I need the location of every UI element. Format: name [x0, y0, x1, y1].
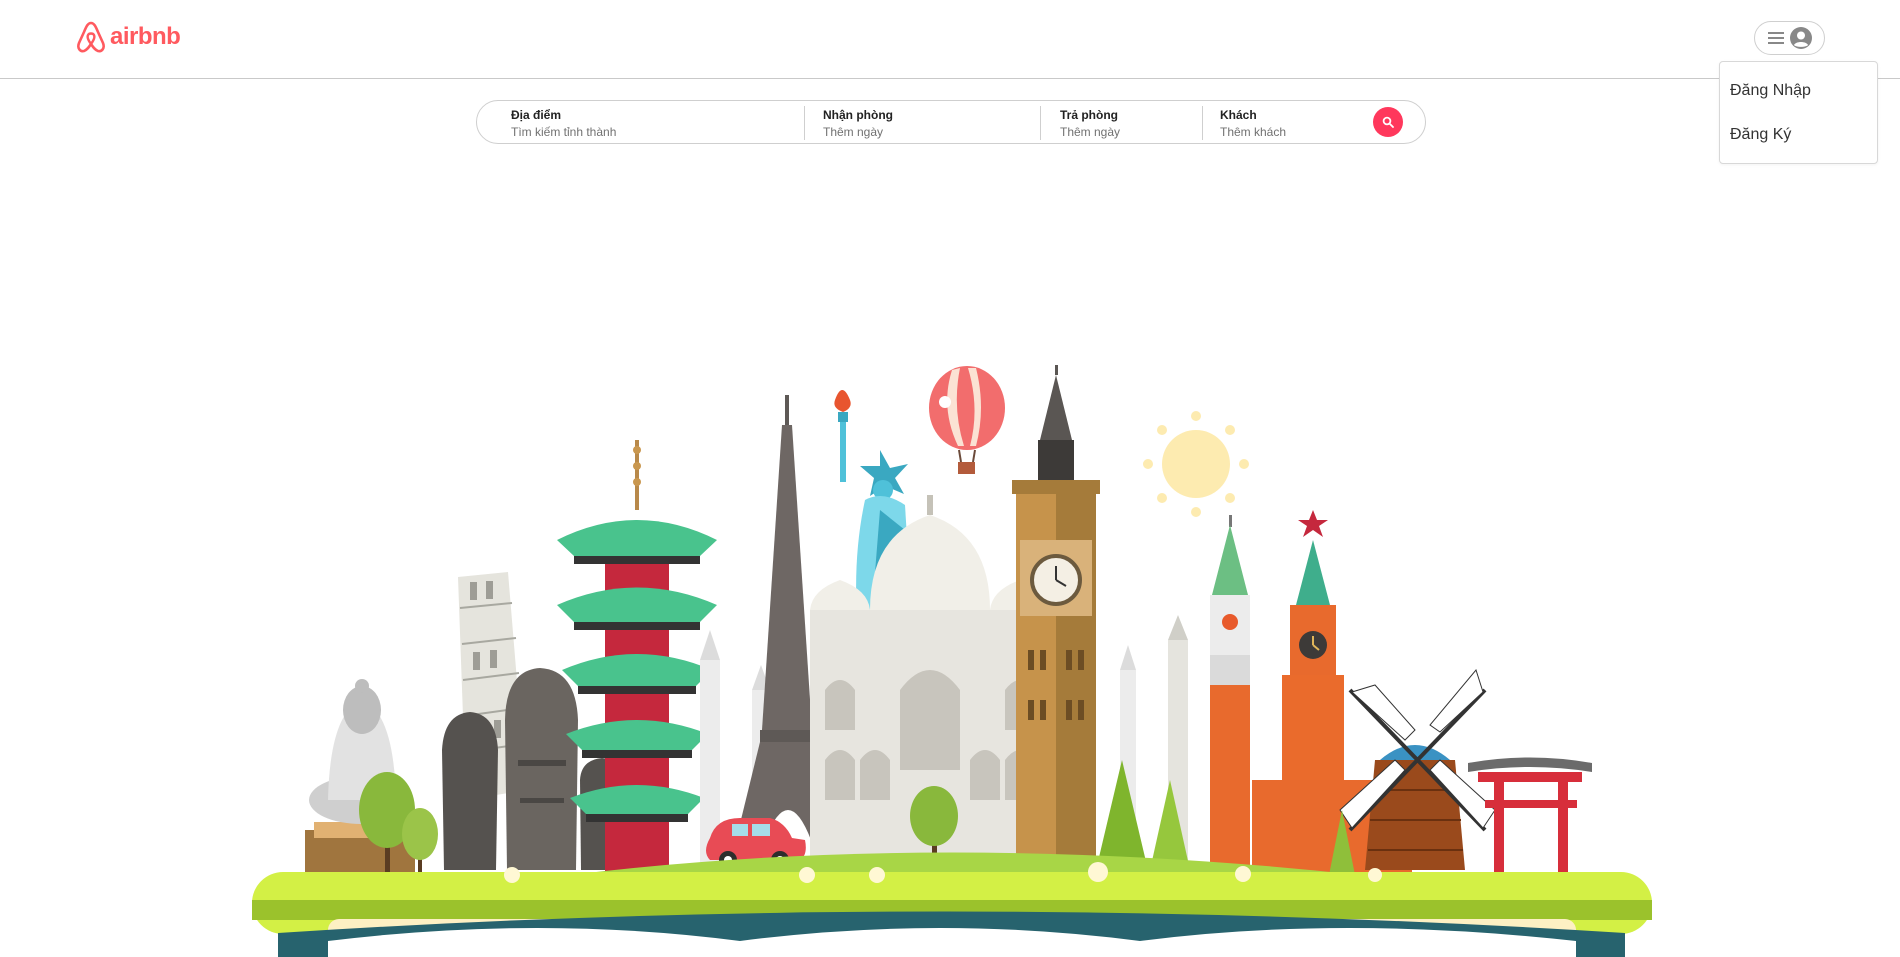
search-divider [1202, 106, 1203, 140]
airbnb-logo-icon [77, 21, 105, 53]
check-out-label: Trả phòng [1060, 108, 1118, 122]
guests-field[interactable]: Khách Thêm khách [1220, 108, 1360, 139]
guests-placeholder: Thêm khách [1220, 125, 1287, 139]
airbnb-logo[interactable]: airbnb [76, 20, 181, 54]
check-in-label: Nhận phòng [823, 108, 893, 122]
guests-label: Khách [1220, 108, 1257, 122]
search-divider [804, 106, 805, 140]
sun-icon [1143, 411, 1249, 517]
user-dropdown-menu: Đăng Nhập Đăng Ký [1719, 61, 1878, 164]
search-icon [1382, 116, 1394, 128]
search-divider [1040, 106, 1041, 140]
big-ben-clock-tower [1012, 365, 1100, 874]
signup-menu-item[interactable]: Đăng Ký [1730, 126, 1791, 144]
search-button[interactable] [1373, 107, 1403, 137]
search-bar: Địa điểm Tìm kiếm tỉnh thành Nhận phòng … [476, 100, 1426, 144]
check-in-field[interactable]: Nhận phòng Thêm ngày [823, 108, 1023, 139]
location-field[interactable]: Địa điểm Tìm kiếm tỉnh thành [511, 108, 781, 139]
check-out-placeholder: Thêm ngày [1060, 125, 1121, 139]
location-placeholder: Tìm kiếm tỉnh thành [511, 125, 617, 139]
hot-air-balloon [929, 366, 1005, 474]
brand-name: airbnb [110, 23, 181, 50]
user-avatar-icon [1789, 27, 1812, 49]
top-navbar: airbnb [0, 0, 1900, 79]
check-out-field[interactable]: Trả phòng Thêm ngày [1060, 108, 1190, 139]
user-menu-button[interactable] [1754, 21, 1825, 55]
world-landmarks-illustration [252, 365, 1652, 957]
login-menu-item[interactable]: Đăng Nhập [1730, 82, 1811, 100]
hamburger-icon [1767, 32, 1784, 44]
venice-bell-tower [1210, 515, 1250, 875]
check-in-placeholder: Thêm ngày [823, 125, 884, 139]
location-label: Địa điểm [511, 108, 562, 122]
